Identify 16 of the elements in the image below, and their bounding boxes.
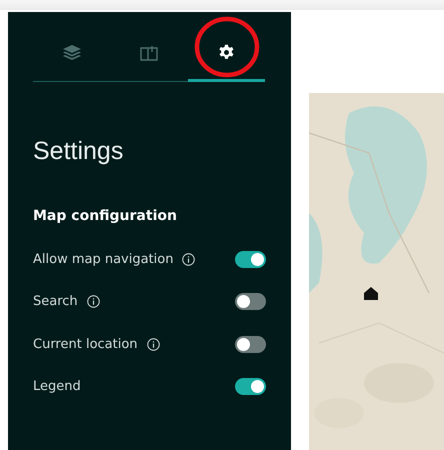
option-label: Search bbox=[33, 294, 78, 310]
option-label: Legend bbox=[33, 379, 81, 394]
toggle-switch[interactable] bbox=[235, 336, 266, 353]
info-icon[interactable] bbox=[146, 338, 160, 351]
book-icon bbox=[140, 44, 158, 60]
panel-title: Settings bbox=[33, 137, 124, 166]
layers-icon bbox=[62, 44, 81, 60]
info-icon[interactable] bbox=[86, 295, 100, 308]
toggle-switch[interactable] bbox=[235, 250, 266, 268]
option-label: Current location bbox=[33, 336, 138, 352]
option-label: Allow map navigation bbox=[33, 252, 174, 267]
settings-icon bbox=[218, 44, 235, 61]
section-heading: Map configuration bbox=[33, 208, 178, 224]
info-icon[interactable] bbox=[182, 252, 196, 266]
toggle-switch[interactable] bbox=[235, 293, 266, 310]
toggle-switch[interactable] bbox=[235, 378, 266, 396]
